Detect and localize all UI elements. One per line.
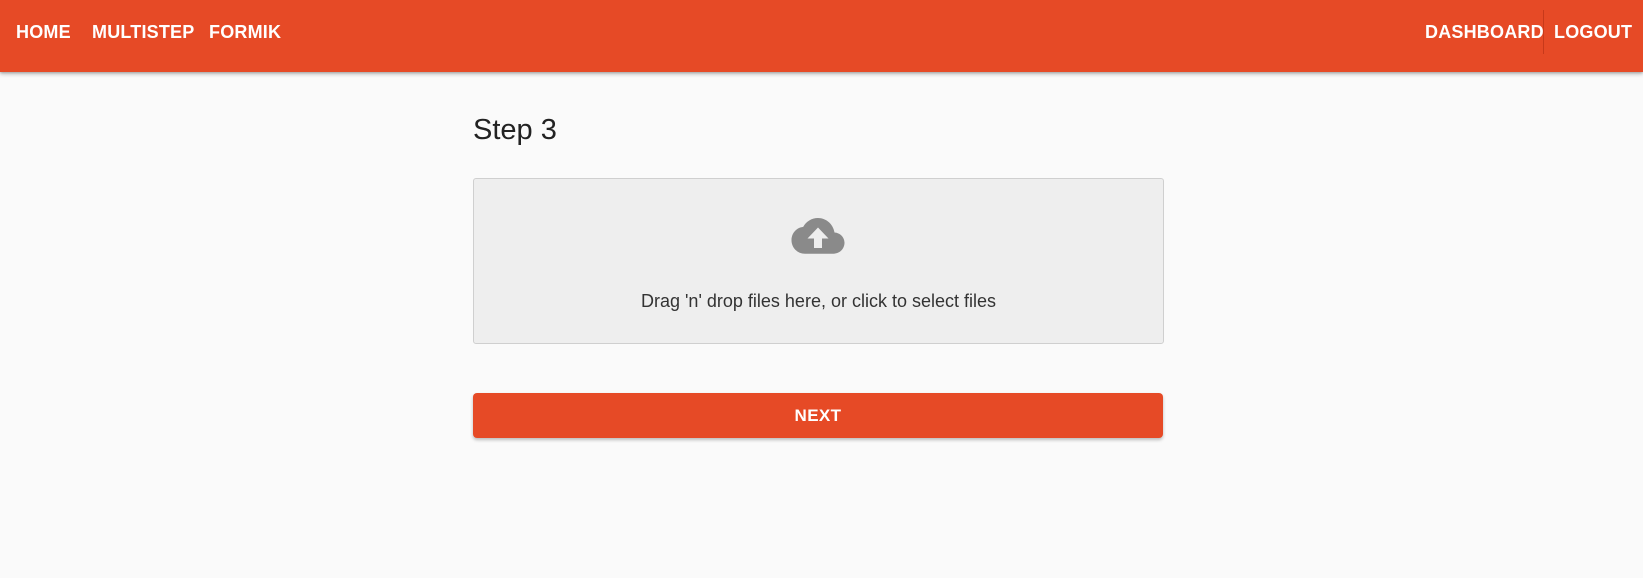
next-button[interactable]: NEXT bbox=[473, 393, 1163, 438]
file-dropzone[interactable]: Drag 'n' drop files here, or click to se… bbox=[473, 178, 1164, 344]
nav-multistep-link[interactable]: MULTISTEP bbox=[92, 21, 194, 43]
page-title: Step 3 bbox=[473, 114, 557, 146]
nav-logout-link[interactable]: LOGOUT bbox=[1554, 21, 1632, 43]
dropzone-instructions: Drag 'n' drop files here, or click to se… bbox=[640, 291, 997, 311]
cloud-upload-icon bbox=[791, 218, 845, 254]
nav-dashboard-link[interactable]: DASHBOARD bbox=[1425, 21, 1544, 43]
nav-divider bbox=[1543, 10, 1544, 54]
app-bar: HOME MULTISTEP FORMIK DASHBOARD LOGOUT bbox=[0, 0, 1643, 72]
nav-formik-link[interactable]: FORMIK bbox=[209, 21, 281, 43]
nav-home-link[interactable]: HOME bbox=[16, 21, 71, 43]
